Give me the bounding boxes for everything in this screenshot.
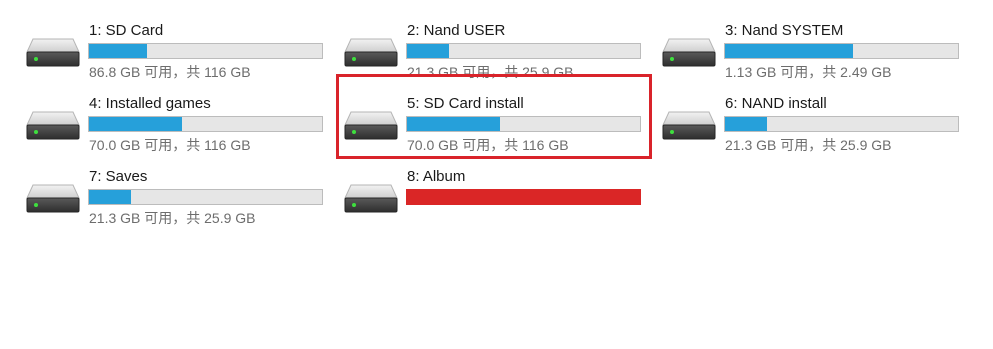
drive-usage-bar	[406, 116, 641, 132]
drive-name: 1: SD Card	[89, 22, 164, 39]
hard-drive-icon	[344, 183, 398, 214]
hard-drive-icon	[26, 110, 80, 141]
drive-usage-fill	[89, 117, 183, 131]
drive-usage-fill	[89, 44, 148, 58]
drive-name: 4: Installed games	[89, 95, 211, 112]
drive-size-text: 70.0 GB 可用，共 116 GB	[89, 137, 251, 153]
drive-usage-fill	[407, 117, 501, 131]
drive-usage-bar	[724, 43, 959, 59]
hard-drive-icon	[26, 37, 80, 68]
drive-usage-bar	[88, 43, 323, 59]
hard-drive-icon	[662, 110, 716, 141]
drive-item-installed-games[interactable]: 4: Installed games 70.0 GB 可用，共 116 GB	[0, 83, 323, 153]
drive-name: 2: Nand USER	[407, 22, 506, 39]
drive-item-nand-user[interactable]: 2: Nand USER 21.3 GB 可用，共 25.9 GB	[318, 10, 641, 80]
drive-name: 7: Saves	[89, 168, 148, 185]
drive-item-nand-install[interactable]: 6: NAND install 21.3 GB 可用，共 25.9 GB	[636, 83, 959, 153]
hard-drive-icon	[662, 37, 716, 68]
drive-item-album[interactable]: 8: Album	[318, 156, 641, 218]
drive-size-text: 86.8 GB 可用，共 116 GB	[89, 64, 251, 80]
drive-usage-fill	[725, 44, 854, 58]
drive-size-text: 1.13 GB 可用，共 2.49 GB	[725, 64, 892, 80]
drive-usage-bar	[88, 189, 323, 205]
drive-usage-bar	[88, 116, 323, 132]
drive-size-text: 21.3 GB 可用，共 25.9 GB	[89, 210, 256, 226]
hard-drive-icon	[344, 110, 398, 141]
drive-item-sd-card-install[interactable]: 5: SD Card install 70.0 GB 可用，共 116 GB	[318, 83, 641, 153]
drive-item-saves[interactable]: 7: Saves 21.3 GB 可用，共 25.9 GB	[0, 156, 323, 226]
drive-usage-fill	[89, 190, 131, 204]
hard-drive-icon	[344, 37, 398, 68]
drive-usage-bar	[406, 43, 641, 59]
drive-list: 1: SD Card 86.8 GB 可用，共 116 GB 2: Nand U…	[0, 0, 993, 349]
drive-name: 8: Album	[407, 168, 466, 185]
drive-size-text: 21.3 GB 可用，共 25.9 GB	[407, 64, 574, 80]
drive-item-nand-system[interactable]: 3: Nand SYSTEM 1.13 GB 可用，共 2.49 GB	[636, 10, 959, 80]
drive-size-text: 21.3 GB 可用，共 25.9 GB	[725, 137, 892, 153]
drive-usage-fill	[407, 190, 640, 204]
drive-name: 5: SD Card install	[407, 95, 524, 112]
drive-item-sd-card[interactable]: 1: SD Card 86.8 GB 可用，共 116 GB	[0, 10, 323, 80]
drive-name: 3: Nand SYSTEM	[725, 22, 844, 39]
drive-usage-fill	[407, 44, 449, 58]
drive-name: 6: NAND install	[725, 95, 827, 112]
hard-drive-icon	[26, 183, 80, 214]
drive-size-text: 70.0 GB 可用，共 116 GB	[407, 137, 569, 153]
drive-usage-bar	[724, 116, 959, 132]
drive-usage-bar	[406, 189, 641, 205]
drive-usage-fill	[725, 117, 767, 131]
